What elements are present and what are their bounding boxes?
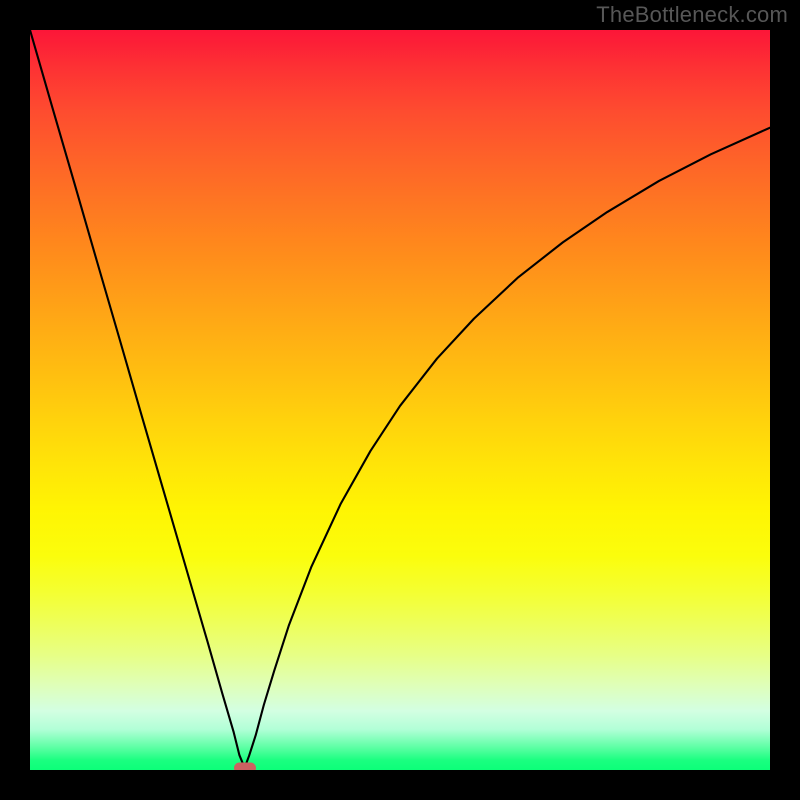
minimum-marker bbox=[234, 762, 256, 770]
chart-frame: TheBottleneck.com bbox=[0, 0, 800, 800]
watermark-text: TheBottleneck.com bbox=[596, 2, 788, 28]
curve-line bbox=[30, 30, 770, 770]
plot-area bbox=[30, 30, 770, 770]
